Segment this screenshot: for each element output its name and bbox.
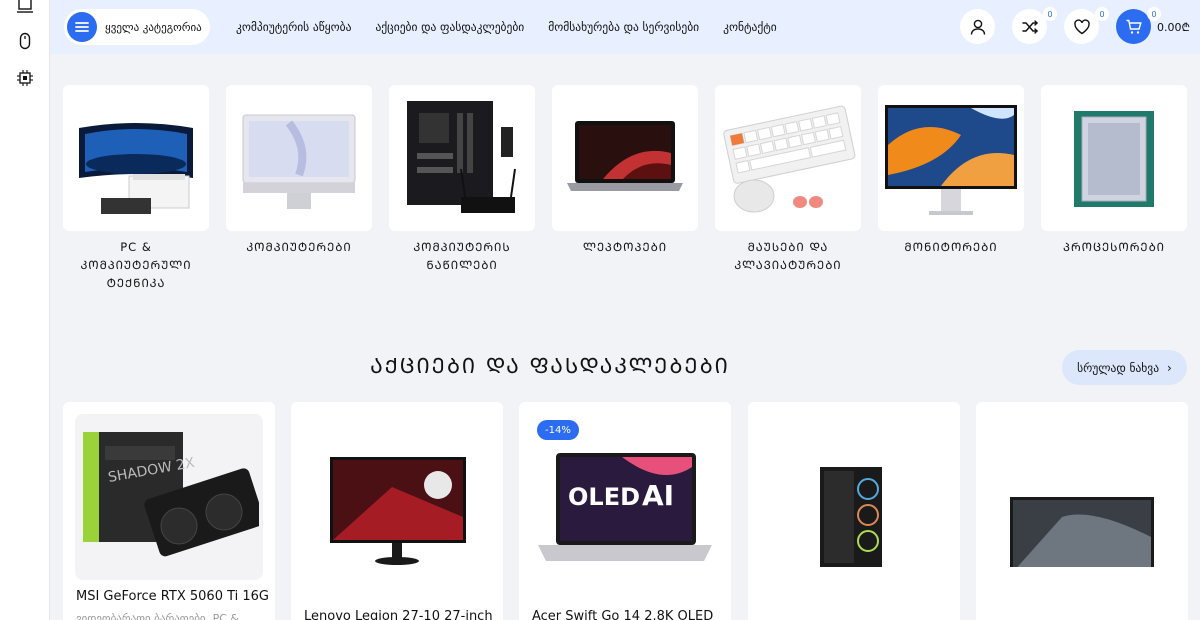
see-all-button[interactable]: სრულად ნახვა › bbox=[1062, 350, 1187, 385]
product-name[interactable]: Acer Swift Go 14 2.8K OLED bbox=[532, 609, 713, 620]
all-categories-label: ყველა კატეგორია bbox=[105, 20, 202, 34]
category-label-computers[interactable]: ᲙᲝᲛᲞᲘᲣᲢᲔᲠᲔᲑᲘ bbox=[226, 238, 372, 256]
motherboard-image bbox=[407, 101, 516, 213]
product-card[interactable] bbox=[748, 402, 960, 620]
category-label-components[interactable]: ᲙᲝᲛᲞᲘᲣᲢᲔᲠᲘᲡ ᲜᲐᲬᲘᲚᲔᲑᲘ bbox=[389, 238, 535, 274]
laptop-icon[interactable] bbox=[13, 0, 37, 18]
product-image bbox=[988, 414, 1176, 580]
product-card[interactable] bbox=[976, 402, 1188, 620]
product-category: ვიდეობარათი ბარათები, PC & bbox=[76, 612, 239, 620]
compare-button[interactable]: 0 bbox=[1012, 7, 1057, 44]
wishlist-count-badge: 0 bbox=[1095, 7, 1109, 21]
top-header: ყველა კატეგორია კომპიუტერის აწყობა აქციე… bbox=[50, 0, 1200, 54]
product-image bbox=[760, 414, 948, 580]
acer-monitor-image bbox=[1010, 497, 1154, 567]
pc-tech-image bbox=[79, 123, 193, 214]
chevron-right-icon: › bbox=[1167, 360, 1172, 375]
section-title: ᲐᲥᲪᲘᲔᲑᲘ ᲓᲐ ᲤᲐᲡᲓᲐᲙᲚᲔᲑᲔᲑᲘ bbox=[370, 354, 730, 378]
gpu-box-image: SHADOW 2X bbox=[83, 432, 259, 557]
category-label-laptops[interactable]: ᲚᲔᲞᲢᲝᲞᲔᲑᲘ bbox=[552, 238, 698, 256]
see-all-label: სრულად ნახვა bbox=[1077, 360, 1160, 375]
category-label-processors[interactable]: ᲞᲠᲝᲪᲔᲡᲝᲠᲔᲑᲘ bbox=[1041, 238, 1187, 256]
category-card-mice-keyboards[interactable] bbox=[715, 85, 861, 231]
cart-button[interactable]: 0 bbox=[1116, 7, 1161, 44]
cart-count-badge: 0 bbox=[1147, 7, 1161, 21]
main-nav: კომპიუტერის აწყობა აქციები და ფასდაკლებე… bbox=[236, 0, 801, 54]
product-image: SHADOW 2X bbox=[75, 414, 263, 580]
category-card-laptops[interactable] bbox=[552, 85, 698, 231]
cart-total: 0.00₾ bbox=[1157, 21, 1190, 34]
cart-icon bbox=[1126, 19, 1142, 34]
svg-text:OLED: OLED bbox=[568, 483, 640, 511]
wishlist-button[interactable]: 0 bbox=[1064, 7, 1109, 44]
category-label-monitors[interactable]: ᲛᲝᲜᲘᲢᲝᲠᲔᲑᲘ bbox=[878, 238, 1024, 256]
category-label-mice-keyboards[interactable]: ᲛᲐᲣᲡᲔᲑᲘ ᲓᲐ ᲙᲚᲐᲕᲘᲐᲢᲣᲠᲔᲑᲘ bbox=[715, 238, 861, 274]
nav-services[interactable]: მომსახურება და სერვისები bbox=[548, 20, 699, 34]
product-card[interactable]: SHADOW 2X MSI GeForce RTX 5060 Ti 16G ვი… bbox=[63, 402, 275, 620]
category-card-monitors[interactable] bbox=[878, 85, 1024, 231]
imac-image bbox=[242, 114, 356, 209]
product-card[interactable]: OLED AI -14% Acer Swift Go 14 2.8K OLED bbox=[519, 402, 731, 620]
cpu-image bbox=[1074, 111, 1154, 207]
product-card[interactable]: Lenovo Legion 27-10 27-inch bbox=[291, 402, 503, 620]
menu-icon bbox=[67, 12, 97, 42]
nav-pc-build[interactable]: კომპიუტერის აწყობა bbox=[236, 20, 351, 34]
category-card-processors[interactable] bbox=[1041, 85, 1187, 231]
legion-monitor-image bbox=[330, 457, 466, 565]
monitor-image bbox=[885, 105, 1017, 215]
nav-promotions[interactable]: აქციები და ფასდაკლებები bbox=[375, 20, 524, 34]
svg-text:AI: AI bbox=[642, 479, 674, 512]
all-categories-button[interactable]: ყველა კატეგორია bbox=[64, 9, 210, 45]
laptop-image bbox=[567, 121, 683, 191]
category-card-computers[interactable] bbox=[226, 85, 372, 231]
keyboard-mouse-image bbox=[723, 105, 856, 213]
product-name[interactable]: Lenovo Legion 27-10 27-inch bbox=[304, 609, 493, 620]
cpu-chip-icon[interactable] bbox=[13, 66, 37, 90]
heart-icon bbox=[1073, 18, 1090, 34]
compare-count-badge: 0 bbox=[1043, 7, 1057, 21]
nav-contact[interactable]: კონტაქტი bbox=[723, 20, 777, 34]
account-button[interactable] bbox=[960, 9, 995, 44]
user-icon bbox=[970, 19, 985, 35]
discount-badge: -14% bbox=[537, 420, 579, 440]
shuffle-icon bbox=[1021, 19, 1038, 34]
product-image bbox=[303, 414, 491, 580]
product-name[interactable]: MSI GeForce RTX 5060 Ti 16G bbox=[76, 589, 269, 604]
category-label-pc[interactable]: PC & ᲙᲝᲛᲞᲘᲣᲢᲔᲠᲣᲚᲘ ᲢᲔᲥᲜᲘᲙᲐ bbox=[63, 238, 209, 292]
pc-case-image bbox=[820, 467, 882, 567]
category-card-pc[interactable] bbox=[63, 85, 209, 231]
acer-laptop-image: OLED AI bbox=[538, 453, 712, 561]
mouse-icon[interactable] bbox=[13, 29, 37, 53]
category-card-components[interactable] bbox=[389, 85, 535, 231]
left-rail bbox=[0, 0, 50, 620]
